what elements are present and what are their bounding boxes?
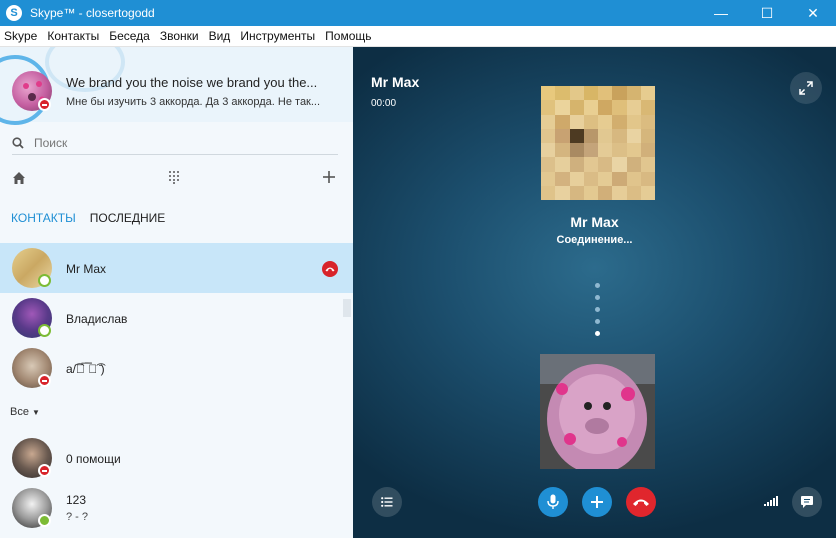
presence-busy-icon [38,374,51,387]
presence-online-icon [38,274,51,287]
contact-mood: ? - ? [66,511,89,523]
callee-avatar [541,86,655,200]
plus-icon [591,496,603,508]
maximize-button[interactable]: ☐ [744,0,790,26]
maximize-icon: ☐ [760,4,774,21]
chat-button[interactable] [792,487,822,517]
list-item[interactable]: Владислав [0,293,353,343]
menu-bar: Skype Контакты Беседа Звонки Вид Инструм… [0,26,836,47]
contact-name: Mr Max [66,262,106,276]
call-title: Mr Max [371,74,420,90]
profile-status-text[interactable]: We brand you the noise we brand you the.… [66,75,317,90]
list-item[interactable]: 0 помощи [0,433,353,483]
call-timer: 00:00 [371,98,397,109]
chat-bubble-icon [801,496,813,508]
presence-busy-icon [38,464,51,477]
add-contact-button[interactable] [322,170,336,188]
progress-dot [595,331,600,336]
group-filter-dropdown[interactable]: Все ▼ [10,406,40,418]
scrollbar-thumb[interactable] [343,299,351,317]
dialpad-button[interactable] [168,170,180,188]
signal-quality-icon[interactable] [764,496,778,506]
self-video-preview [540,354,655,469]
search-input[interactable] [34,135,314,150]
tab-recent[interactable]: ПОСЛЕДНИЕ [90,211,166,225]
menu-skype[interactable]: Skype [4,29,37,43]
menu-tools[interactable]: Инструменты [240,29,315,43]
contact-name: 0 помощи [66,452,121,466]
hangup-button[interactable] [626,487,656,517]
chevron-down-icon: ▼ [32,408,40,417]
show-panel-button[interactable] [372,487,402,517]
presence-online-icon [38,514,51,527]
close-icon: ✕ [807,4,819,21]
tab-contacts[interactable]: КОНТАКТЫ [11,211,76,225]
profile-header: We brand you the noise we brand you the.… [0,47,353,125]
progress-dot [595,307,600,312]
menu-contacts[interactable]: Контакты [47,29,99,43]
hangup-icon [325,267,335,272]
profile-mood-text[interactable]: Мне бы изучить 3 аккорда. Да 3 аккорда. … [66,96,320,108]
list-item[interactable]: 123 ? - ? [0,483,353,533]
self-video-image [540,354,655,469]
list-icon [381,497,393,507]
minimize-icon: — [714,5,728,21]
menu-calls[interactable]: Звонки [160,29,199,43]
microphone-icon [547,494,559,509]
contact-tabs: КОНТАКТЫ ПОСЛЕДНИЕ [11,211,165,225]
expand-icon [799,81,813,95]
home-button[interactable] [11,170,27,188]
hangup-icon [633,499,649,506]
presence-busy-icon [38,98,51,111]
home-icon [13,172,25,184]
group-label: Все [10,406,29,418]
contact-name: а/͡ﾟ̅ ̅̅ﾟ͡ ̄) [66,362,105,376]
call-view: Mr Max 00:00 Mr Max Соединение... [353,47,836,538]
mute-button[interactable] [538,487,568,517]
menu-help[interactable]: Помощь [325,29,371,43]
search-icon [12,136,24,149]
progress-dot [595,283,600,288]
callee-name: Mr Max [570,214,619,230]
contact-name: Владислав [66,312,128,326]
hangup-badge[interactable] [322,261,338,277]
progress-dot [595,319,600,324]
call-status: Соединение... [556,234,633,246]
add-to-call-button[interactable] [582,487,612,517]
progress-dot [595,295,600,300]
minimize-button[interactable]: — [698,0,744,26]
fullscreen-button[interactable] [790,72,822,104]
close-button[interactable]: ✕ [790,0,836,26]
sidebar: We brand you the noise we brand you the.… [0,47,353,538]
search-box[interactable] [12,131,338,155]
presence-online-icon [38,324,51,337]
plus-icon [323,171,335,183]
title-bar: S Skype™ - closertogodd — ☐ ✕ [0,0,836,26]
menu-conversation[interactable]: Беседа [109,29,150,43]
window-title: Skype™ - closertogodd [30,6,155,20]
list-item[interactable]: а/͡ﾟ̅ ̅̅ﾟ͡ ̄) [0,343,353,393]
skype-logo-icon: S [6,5,22,21]
menu-view[interactable]: Вид [209,29,231,43]
list-item[interactable]: Mr Max [0,243,353,293]
dialpad-icon [169,171,179,184]
contact-name: 123 [66,493,87,507]
